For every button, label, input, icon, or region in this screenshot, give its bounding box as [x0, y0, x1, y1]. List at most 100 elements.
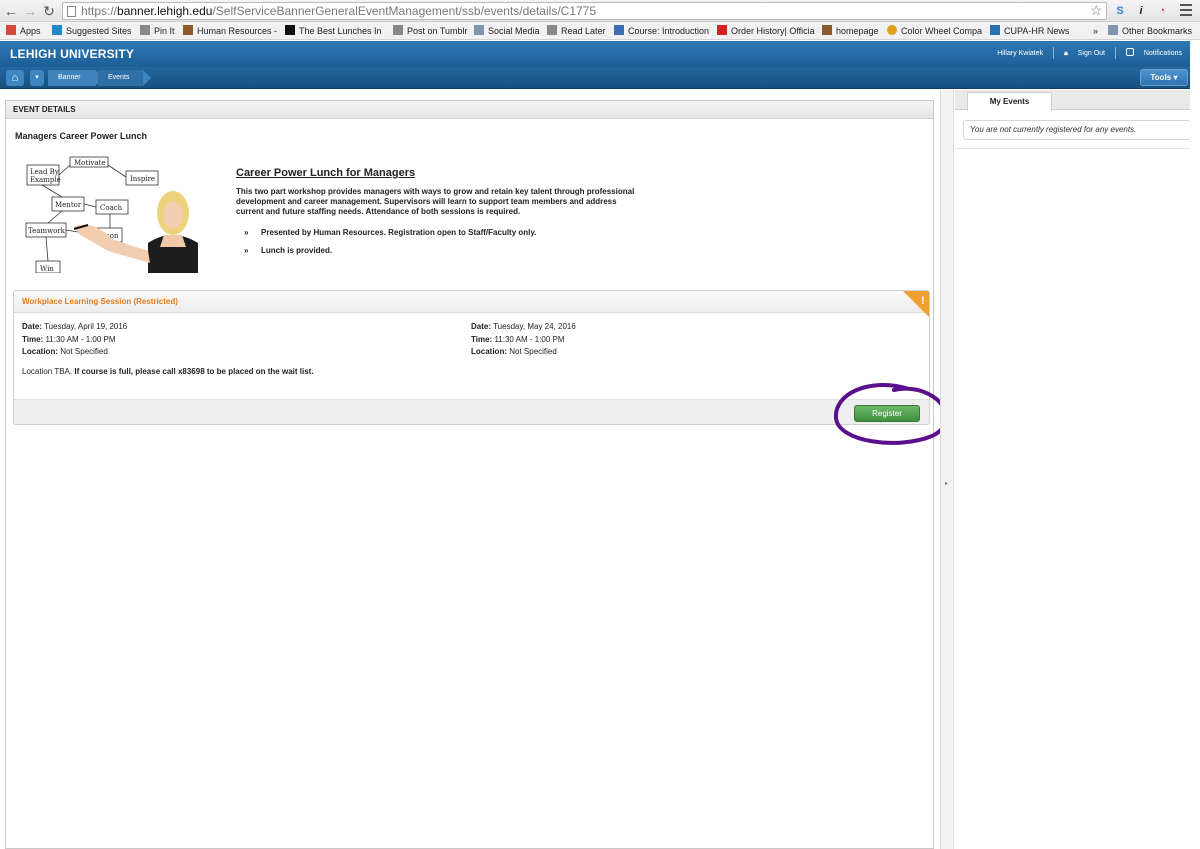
bell-icon — [1125, 47, 1134, 56]
app-header: LEHIGH UNIVERSITY Hillary Kwiatek 🔒︎ Sig… — [0, 41, 1200, 67]
extension-s-icon[interactable]: S — [1112, 3, 1128, 19]
url-scheme: https:// — [81, 4, 118, 18]
bookmark-item[interactable]: The Best Lunches In — [285, 22, 382, 40]
extension-pink-icon[interactable]: ◔ — [1154, 3, 1170, 19]
user-name: Hillary Kwiatek — [997, 49, 1044, 57]
description-title: Career Power Lunch for Managers — [236, 167, 416, 179]
image-word: Teamwork — [28, 227, 66, 235]
bullet-text: Presented by Human Resources. Registrati… — [261, 228, 537, 237]
expand-arrow-icon[interactable]: ▸ — [945, 480, 948, 487]
browser-menu-icon[interactable] — [1180, 4, 1192, 18]
breadcrumb-banner[interactable]: Banner — [48, 70, 103, 86]
bookmark-item[interactable]: Color Wheel Compa — [887, 22, 982, 40]
bookmark-label: Pin It — [154, 26, 175, 36]
back-icon[interactable]: ← — [3, 3, 19, 19]
session-date-1: Date: Tuesday, April 19, 2016 Time: 11:3… — [22, 322, 128, 356]
my-events-panel: My Events You are not currently register… — [955, 90, 1200, 849]
divider — [1053, 47, 1055, 59]
description-line: current and future staffing needs. Atten… — [236, 207, 521, 216]
time-value: 11:30 AM - 1:00 PM — [45, 334, 116, 344]
folder-icon — [474, 25, 484, 35]
bookmark-label: The Best Lunches In — [299, 26, 382, 36]
divider — [1114, 47, 1116, 59]
description-line: This two part workshop provides managers… — [236, 187, 635, 196]
date-value: Tuesday, May 24, 2016 — [493, 322, 576, 331]
bookmark-label: Order History| Officia — [731, 26, 815, 36]
bookmark-label: CUPA-HR News — [1004, 26, 1070, 36]
page-icon — [67, 6, 76, 17]
color-wheel-icon — [887, 25, 897, 35]
bullet-item: » Lunch is provided. — [244, 246, 332, 255]
image-word: Motivate — [74, 159, 106, 167]
tab-my-events[interactable]: My Events — [967, 92, 1052, 111]
image-word: Lead By — [30, 168, 59, 176]
bookmarks-overflow[interactable]: » — [1093, 22, 1098, 40]
forward-icon[interactable]: → — [22, 3, 38, 19]
bookmark-star-icon[interactable]: ☆ — [1090, 2, 1103, 19]
bookmark-label: Human Resources - — [197, 26, 278, 36]
sign-out-link[interactable]: 🔒︎ Sign Out — [1064, 50, 1105, 57]
lock-icon: 🔒︎ — [1064, 49, 1068, 57]
brand-title: LEHIGH UNIVERSITY — [10, 47, 135, 61]
note-bold: If course is full, please call x83698 to… — [74, 367, 314, 376]
bookmark-label: Color Wheel Compa — [901, 26, 983, 36]
bookmark-label: Read Later — [561, 26, 606, 36]
bookmark-item[interactable]: Pin It — [140, 22, 175, 40]
bookmark-label: Social Media — [488, 26, 540, 36]
bookmark-item[interactable]: Human Resources - — [183, 22, 277, 40]
page-icon — [140, 25, 150, 35]
side-tab-bar: My Events — [955, 90, 1200, 111]
bookmarks-bar: » Other Bookmarks Apps Suggested Sites Pin… — [0, 22, 1200, 40]
bookmark-label: Suggested Sites — [66, 26, 132, 36]
user-bar: Hillary Kwiatek 🔒︎ Sign Out Notification… — [989, 47, 1182, 59]
tools-button[interactable]: Tools ▾ — [1140, 69, 1188, 86]
bullet-marker: » — [244, 246, 249, 255]
description-body: This two part workshop provides managers… — [236, 187, 706, 217]
time-value: 11:30 AM - 1:00 PM — [494, 334, 565, 344]
page-icon — [393, 25, 403, 35]
bookmark-item[interactable]: Suggested Sites — [52, 22, 132, 40]
bookmark-item[interactable]: homepage — [822, 22, 879, 40]
notifications-link[interactable]: Notifications — [1125, 47, 1182, 57]
extension-info-icon[interactable]: i — [1133, 3, 1149, 19]
bookmark-item[interactable]: Social Media — [474, 22, 540, 40]
bookmark-item[interactable]: Post on Tumblr — [393, 22, 468, 40]
image-word: Example — [30, 176, 61, 184]
other-bookmarks[interactable]: Other Bookmarks — [1108, 22, 1192, 40]
reload-icon[interactable]: ↻ — [41, 3, 57, 19]
course-icon — [614, 25, 624, 35]
address-bar[interactable]: https://banner.lehigh.edu/SelfServiceBan… — [62, 2, 1107, 20]
breadcrumb-events[interactable]: Events — [98, 70, 152, 86]
window-edge — [1190, 41, 1200, 849]
bing-icon — [52, 25, 62, 35]
restricted-warning-icon: ! — [903, 291, 929, 317]
note-plain: Location TBA. — [22, 367, 73, 376]
svg-text:!: ! — [921, 295, 925, 307]
bookmark-item[interactable]: Course: Introduction — [614, 22, 709, 40]
bookmark-item[interactable]: CUPA-HR News — [990, 22, 1069, 40]
date-value: Tuesday, April 19, 2016 — [44, 322, 128, 331]
session-note: Location TBA. If course is full, please … — [22, 367, 314, 376]
home-icon[interactable]: ⌂ — [6, 70, 24, 86]
image-word: Mentor — [55, 201, 82, 209]
browser-toolbar: ← → ↻ https://banner.lehigh.edu/SelfServ… — [0, 0, 1200, 22]
divider — [955, 148, 1200, 149]
image-word: Inspire — [130, 175, 155, 183]
bookmark-item[interactable]: Order History| Officia — [717, 22, 815, 40]
bookmark-item[interactable]: Read Later — [547, 22, 606, 40]
lehigh-shield-icon — [822, 25, 832, 35]
bullet-text: Lunch is provided. — [261, 246, 333, 255]
panel-splitter[interactable]: ▸ — [940, 90, 954, 849]
session-title: Workplace Learning Session (Restricted) — [14, 291, 929, 313]
register-button[interactable]: Register — [854, 405, 920, 422]
nav-dropdown-icon[interactable]: ▾ — [30, 70, 44, 86]
bookmark-item[interactable]: Apps — [6, 22, 41, 40]
lehigh-shield-icon — [183, 25, 193, 35]
app-nav: ⌂ ▾ Banner Events Tools ▾ — [0, 67, 1200, 89]
image-word: Win — [40, 265, 54, 273]
folder-icon — [1108, 25, 1118, 35]
url-host: banner.lehigh.edu — [117, 4, 213, 18]
url-path: /SelfServiceBannerGeneralEventManagement… — [212, 4, 597, 18]
apps-grid-icon — [6, 25, 16, 35]
bookmark-label: homepage — [836, 26, 879, 36]
